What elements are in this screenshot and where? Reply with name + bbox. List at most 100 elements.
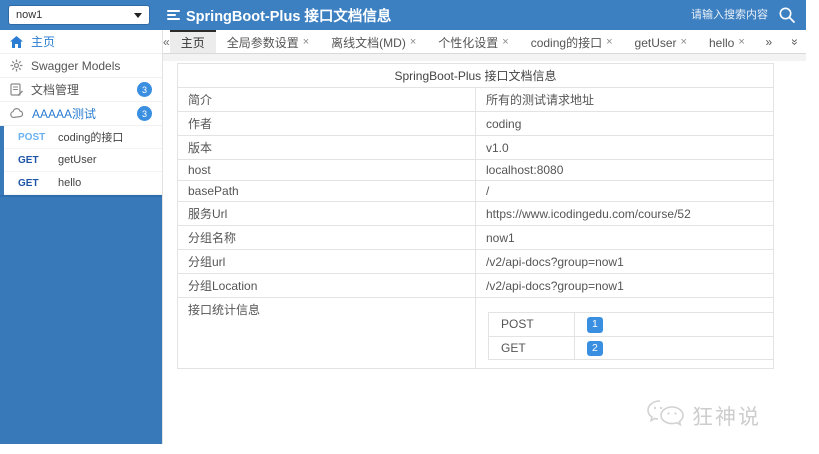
sidebar-item-swagger-models[interactable]: Swagger Models <box>0 54 162 78</box>
main-panel: « 主页 全局参数设置 × 离线文档(MD) × 个性化设置 × codin <box>163 30 806 444</box>
close-icon[interactable]: × <box>738 37 744 48</box>
sidebar-item-label: 主页 <box>31 33 55 50</box>
home-icon <box>10 36 23 48</box>
method-label: GET <box>18 155 58 166</box>
api-count-badge: 3 <box>137 106 152 121</box>
stats-count-cell: 1 <box>575 313 774 337</box>
table-row: 服务Url https://www.icodingedu.com/course/… <box>178 202 774 226</box>
sidebar-api-hello[interactable]: GET hello <box>4 172 162 195</box>
sidebar-api-getuser[interactable]: GET getUser <box>4 149 162 172</box>
table-row: SpringBoot-Plus 接口文档信息 <box>178 64 774 88</box>
row-value: / <box>476 181 774 202</box>
table-title: SpringBoot-Plus 接口文档信息 <box>178 64 774 88</box>
close-icon[interactable]: × <box>606 37 612 48</box>
row-value: https://www.icodingedu.com/course/52 <box>476 202 774 226</box>
row-label: 分组名称 <box>178 226 476 250</box>
table-row: 版本 v1.0 <box>178 136 774 160</box>
row-value: localhost:8080 <box>476 160 774 181</box>
table-row: 作者 coding <box>178 112 774 136</box>
table-row: 简介 所有的测试请求地址 <box>178 88 774 112</box>
api-label: getUser <box>58 154 97 166</box>
search-input[interactable] <box>650 8 770 22</box>
tab-label: 全局参数设置 <box>227 34 299 51</box>
close-icon[interactable]: × <box>410 37 416 48</box>
method-label: POST <box>18 132 58 143</box>
menu-icon <box>167 10 180 20</box>
cloud-icon <box>10 108 24 119</box>
row-label: 服务Url <box>178 202 476 226</box>
api-label: coding的接口 <box>58 129 123 145</box>
wechat-logo-icon <box>646 397 686 434</box>
row-label: 分组url <box>178 250 476 274</box>
table-row: 分组名称 now1 <box>178 226 774 250</box>
tab-offline-doc[interactable]: 离线文档(MD) × <box>320 30 427 53</box>
page-title: SpringBoot-Plus 接口文档信息 <box>167 5 391 26</box>
table-row-stats: 接口统计信息 POST 1 GET <box>178 298 774 369</box>
sidebar-item-doc-manage[interactable]: 文档管理 3 <box>0 78 162 102</box>
tabs-scroll-left-button[interactable]: « <box>163 30 170 53</box>
stats-row: GET 2 <box>489 336 774 360</box>
sidebar-item-home[interactable]: 主页 <box>0 30 162 54</box>
row-value: 所有的测试请求地址 <box>476 88 774 112</box>
tabs-scroll-right-button[interactable]: » <box>756 35 782 49</box>
gear-icon <box>10 59 23 72</box>
document-icon <box>10 83 23 96</box>
tab-coding-api[interactable]: coding的接口 × <box>520 30 624 53</box>
stats-method: GET <box>489 336 575 360</box>
api-submenu: POST coding的接口 GET getUser GET hello <box>0 126 162 195</box>
row-label: 版本 <box>178 136 476 160</box>
tab-home[interactable]: 主页 <box>170 30 216 53</box>
tab-label: 个性化设置 <box>438 34 498 51</box>
sidebar-item-aaaaa-test[interactable]: AAAAA测试 3 <box>0 102 162 126</box>
tab-label: 主页 <box>181 34 205 51</box>
tab-personalize[interactable]: 个性化设置 × <box>427 30 519 53</box>
row-label: 简介 <box>178 88 476 112</box>
sidebar-api-coding[interactable]: POST coding的接口 <box>4 126 162 149</box>
table-row: 分组Location /v2/api-docs?group=now1 <box>178 274 774 298</box>
table-row: 分组url /v2/api-docs?group=now1 <box>178 250 774 274</box>
top-header: now1 SpringBoot-Plus 接口文档信息 <box>0 0 806 30</box>
api-label: hello <box>58 177 81 189</box>
content-area: SpringBoot-Plus 接口文档信息 简介 所有的测试请求地址 作者 c… <box>163 61 806 444</box>
post-count-badge: 1 <box>587 317 603 333</box>
row-value: /v2/api-docs?group=now1 <box>476 250 774 274</box>
stats-count-cell: 2 <box>575 336 774 360</box>
row-value: v1.0 <box>476 136 774 160</box>
api-info-table: SpringBoot-Plus 接口文档信息 简介 所有的测试请求地址 作者 c… <box>177 63 774 369</box>
sidebar-item-label: AAAAA测试 <box>32 105 96 122</box>
close-icon[interactable]: × <box>681 37 687 48</box>
stats-method: POST <box>489 313 575 337</box>
chevron-down-icon <box>134 13 142 18</box>
sidebar-item-label: 文档管理 <box>31 81 79 98</box>
row-label: 分组Location <box>178 274 476 298</box>
group-select[interactable]: now1 <box>8 5 150 25</box>
row-value: now1 <box>476 226 774 250</box>
doc-count-badge: 3 <box>137 82 152 97</box>
tab-label: hello <box>709 36 734 50</box>
tab-bar: « 主页 全局参数设置 × 离线文档(MD) × 个性化设置 × codin <box>163 30 806 54</box>
table-row: basePath / <box>178 181 774 202</box>
close-icon[interactable]: × <box>502 37 508 48</box>
tab-label: coding的接口 <box>531 34 602 51</box>
get-count-badge: 2 <box>587 341 603 357</box>
row-label: 接口统计信息 <box>178 298 476 369</box>
method-label: GET <box>18 178 58 189</box>
tab-hello[interactable]: hello × <box>698 30 756 53</box>
api-stats-table: POST 1 GET 2 <box>488 312 774 360</box>
sidebar-item-label: Swagger Models <box>31 59 120 73</box>
stats-cell: POST 1 GET 2 <box>476 298 774 369</box>
search-icon[interactable] <box>778 6 796 24</box>
tabs-collapse-button[interactable]: » <box>788 29 802 55</box>
close-icon[interactable]: × <box>303 37 309 48</box>
tab-label: getUser <box>635 36 677 50</box>
row-label: 作者 <box>178 112 476 136</box>
page-title-text: SpringBoot-Plus 接口文档信息 <box>186 5 391 26</box>
divider <box>163 54 806 61</box>
tab-label: 离线文档(MD) <box>331 34 406 51</box>
row-label: host <box>178 160 476 181</box>
tab-global-params[interactable]: 全局参数设置 × <box>216 30 320 53</box>
watermark-text: 狂神说 <box>692 401 761 431</box>
row-value: coding <box>476 112 774 136</box>
group-select-value: now1 <box>16 9 42 21</box>
tab-getuser[interactable]: getUser × <box>624 30 698 53</box>
